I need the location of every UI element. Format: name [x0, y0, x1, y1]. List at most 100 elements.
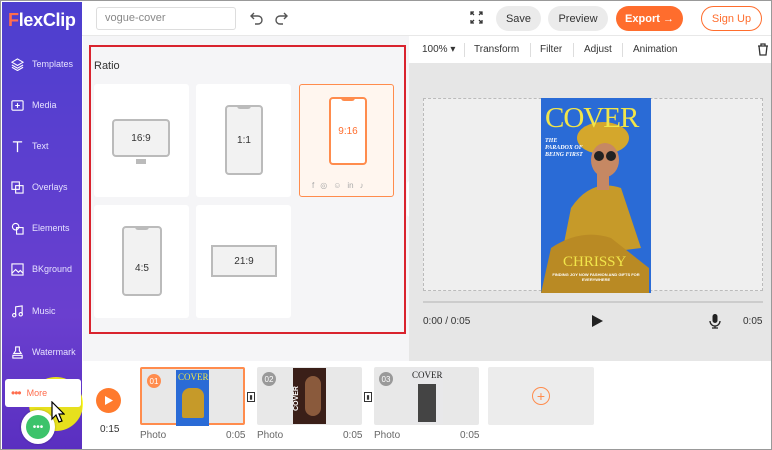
- editor-toolbar: 100% ▾ Transform Filter Adjust Animation: [409, 37, 771, 63]
- signup-button[interactable]: Sign Up: [701, 6, 762, 31]
- cover-image[interactable]: COVER THE PARADOX OF BEING FIRST CHRISSY…: [541, 98, 651, 293]
- sidebar-item-watermark[interactable]: Watermark: [2, 333, 82, 371]
- clip-thumbnail: COVER: [410, 368, 443, 424]
- preview-button[interactable]: Preview: [548, 6, 608, 31]
- sidebar-item-label: BKground: [32, 264, 73, 274]
- play-icon[interactable]: [591, 314, 604, 328]
- instagram-icon: ◎: [320, 181, 328, 190]
- cover-title: COVER: [545, 102, 639, 134]
- timeline-clip-2[interactable]: 02 COVER: [257, 367, 362, 425]
- project-name-input[interactable]: vogue-cover: [96, 7, 236, 30]
- clip-duration: 0:05: [343, 430, 363, 441]
- phone-shape: 1:1: [225, 105, 263, 175]
- playback-progress-bar[interactable]: [423, 301, 763, 303]
- layers-icon: [11, 57, 24, 71]
- chat-icon: •••: [26, 415, 50, 439]
- animation-button[interactable]: Animation: [633, 44, 677, 55]
- cover-tagline: THE PARADOX OF BEING FIRST: [545, 138, 583, 158]
- elements-icon: [11, 222, 24, 235]
- redo-icon[interactable]: [274, 11, 288, 25]
- music-icon: [12, 304, 23, 317]
- playback-duration: 0:05: [743, 316, 763, 327]
- thumb-title: COVER: [412, 370, 443, 380]
- mouse-cursor-icon: [51, 401, 65, 423]
- sidebar-item-label: Text: [32, 141, 49, 151]
- undo-icon[interactable]: [250, 11, 264, 25]
- social-icons: f ◎ ☺ in ♪: [312, 181, 364, 190]
- save-button[interactable]: Save: [496, 6, 541, 31]
- clip-duration: 0:05: [226, 430, 246, 441]
- playback-time: 0:00 / 0:05: [423, 316, 471, 327]
- arrow-right-icon: →: [662, 12, 674, 25]
- transition-button[interactable]: ▮: [364, 392, 372, 402]
- flexclip-editor: FlexClip Templates Media Text Overlays E…: [0, 0, 772, 450]
- clip-duration: 0:05: [460, 430, 480, 441]
- zoom-select[interactable]: 100% ▾: [422, 44, 455, 55]
- sidebar-item-elements[interactable]: Elements: [2, 209, 82, 247]
- clip-thumbnail: COVER: [176, 370, 209, 426]
- ratio-option-9-16[interactable]: 9:16 f ◎ ☺ in ♪: [299, 84, 394, 197]
- sidebar-item-label: More: [26, 388, 48, 398]
- timeline-play-button[interactable]: [96, 388, 121, 413]
- ratio-label: 16:9: [131, 132, 151, 144]
- ratio-option-1-1[interactable]: 1:1: [196, 84, 291, 197]
- fullscreen-icon[interactable]: [470, 11, 483, 24]
- trash-icon[interactable]: [757, 43, 769, 56]
- sidebar-item-templates[interactable]: Templates: [2, 45, 82, 83]
- phone-notch: [237, 105, 251, 109]
- sidebar-item-label: Templates: [32, 59, 74, 69]
- cover-name: CHRISSY: [563, 254, 627, 270]
- clip-thumbnail: COVER: [293, 368, 326, 424]
- phone-notch: [135, 226, 149, 230]
- thumb-title: COVER: [293, 386, 300, 411]
- facebook-icon: f: [312, 181, 315, 190]
- clip-number: 01: [147, 374, 161, 388]
- ratio-label: 1:1: [237, 134, 251, 146]
- filter-button[interactable]: Filter: [540, 44, 562, 55]
- add-clip-button[interactable]: +: [488, 367, 594, 425]
- clip-number: 03: [379, 372, 393, 386]
- phone-shape: 4:5: [122, 226, 162, 296]
- transform-button[interactable]: Transform: [474, 44, 519, 55]
- wide-screen-shape: 21:9: [211, 245, 277, 277]
- timeline-clip-3[interactable]: 03 COVER: [374, 367, 479, 425]
- background-icon: [11, 262, 24, 276]
- microphone-icon[interactable]: [709, 313, 721, 329]
- snapchat-icon: ☺: [333, 181, 342, 190]
- clip-type-label: Photo: [257, 430, 284, 441]
- sidebar-item-more[interactable]: ••• More: [5, 379, 81, 407]
- ratio-option-16-9[interactable]: 16:9: [94, 84, 189, 197]
- watermark-icon: [12, 345, 23, 359]
- adjust-button[interactable]: Adjust: [584, 44, 612, 55]
- export-button[interactable]: Export →: [616, 6, 683, 31]
- media-icon: [11, 99, 24, 111]
- timeline-total-time: 0:15: [100, 424, 120, 435]
- plus-icon: +: [532, 387, 550, 405]
- sidebar-item-text[interactable]: Text: [2, 127, 82, 165]
- timeline-clip-1[interactable]: 01 COVER: [140, 367, 245, 426]
- ratio-option-21-9[interactable]: 21:9: [196, 205, 291, 318]
- transition-button[interactable]: ▮: [247, 392, 255, 402]
- ratio-label: 9:16: [338, 125, 358, 137]
- sidebar-item-label: Watermark: [32, 347, 76, 357]
- clip-number: 02: [262, 372, 276, 386]
- sidebar-item-overlays[interactable]: Overlays: [2, 168, 82, 206]
- sidebar-item-bkground[interactable]: BKground: [2, 250, 82, 288]
- clip-type-label: Photo: [140, 430, 167, 441]
- tiktok-icon: ♪: [359, 181, 364, 190]
- phone-shape: 9:16: [329, 97, 367, 165]
- linkedin-icon: in: [347, 181, 354, 190]
- flexclip-logo[interactable]: FlexClip: [8, 10, 76, 31]
- more-dots-icon: •••: [11, 386, 22, 400]
- sidebar-item-label: Media: [32, 100, 57, 110]
- phone-notch: [341, 97, 355, 101]
- clip-type-label: Photo: [374, 430, 401, 441]
- sidebar-item-media[interactable]: Media: [2, 86, 82, 124]
- thumb-title: COVER: [178, 372, 209, 382]
- ratio-label: 21:9: [234, 255, 254, 267]
- chat-button[interactable]: •••: [21, 410, 55, 444]
- ratio-option-4-5[interactable]: 4:5: [94, 205, 189, 318]
- top-bar: vogue-cover Save Preview Export → Sign U…: [82, 2, 771, 36]
- sidebar-item-music[interactable]: Music: [2, 292, 82, 330]
- overlays-icon: [11, 180, 24, 194]
